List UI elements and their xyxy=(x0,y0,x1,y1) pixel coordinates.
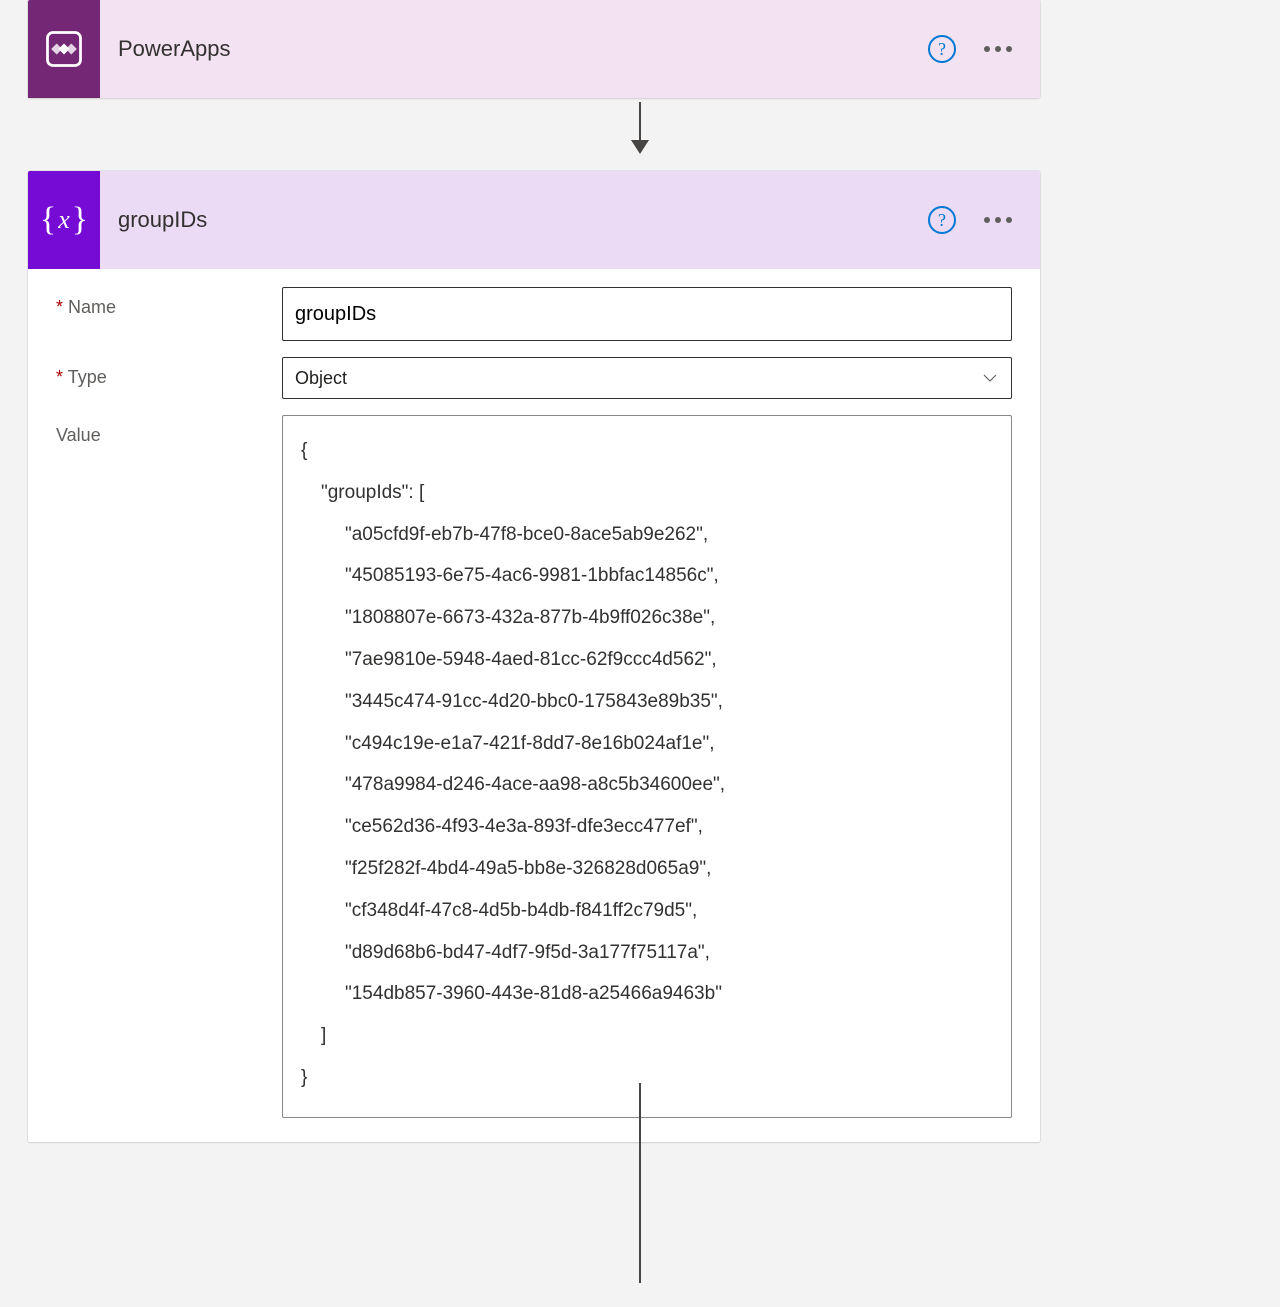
value-line: "d89d68b6-bd47-4df7-9f5d-3a177f75117a", xyxy=(301,932,993,974)
type-select[interactable]: Object xyxy=(282,357,1012,399)
value-line: "1808807e-6673-432a-877b-4b9ff026c38e", xyxy=(301,597,993,639)
type-label: * Type xyxy=(56,357,282,388)
more-menu-icon[interactable] xyxy=(984,217,1012,223)
action-body: * Name * Type Object Value xyxy=(28,269,1040,1142)
value-input[interactable]: {"groupIds": ["a05cfd9f-eb7b-47f8-bce0-8… xyxy=(282,415,1012,1118)
value-line: "45085193-6e75-4ac6-9981-1bbfac14856c", xyxy=(301,555,993,597)
chevron-down-icon xyxy=(981,369,999,387)
type-select-value: Object xyxy=(295,368,347,389)
value-line: } xyxy=(301,1057,993,1099)
value-line: ] xyxy=(301,1015,993,1057)
trigger-card: PowerApps ? xyxy=(28,0,1040,98)
name-label: * Name xyxy=(56,287,282,318)
value-line: "cf348d4f-47c8-4d5b-b4db-f841ff2c79d5", xyxy=(301,890,993,932)
value-line: { xyxy=(301,430,993,472)
value-line: "3445c474-91cc-4d20-bbc0-175843e89b35", xyxy=(301,681,993,723)
action-header[interactable]: {x} groupIDs ? xyxy=(28,171,1040,269)
help-icon[interactable]: ? xyxy=(928,35,956,63)
value-line: "154db857-3960-443e-81d8-a25466a9463b" xyxy=(301,973,993,1015)
name-input[interactable] xyxy=(282,287,1012,341)
value-line: "7ae9810e-5948-4aed-81cc-62f9ccc4d562", xyxy=(301,639,993,681)
value-line: "a05cfd9f-eb7b-47f8-bce0-8ace5ab9e262", xyxy=(301,514,993,556)
value-line: "c494c19e-e1a7-421f-8dd7-8e16b024af1e", xyxy=(301,723,993,765)
value-line: "478a9984-d246-4ace-aa98-a8c5b34600ee", xyxy=(301,764,993,806)
connector-stem xyxy=(639,1083,641,1283)
value-line: "f25f282f-4bd4-49a5-bb8e-326828d065a9", xyxy=(301,848,993,890)
more-menu-icon[interactable] xyxy=(984,46,1012,52)
action-card: {x} groupIDs ? * Name * Type Object xyxy=(28,171,1040,1142)
powerapps-icon xyxy=(28,0,100,98)
connector-arrow xyxy=(631,102,649,154)
action-title: groupIDs xyxy=(100,207,928,233)
value-line: "ce562d36-4f93-4e3a-893f-dfe3ecc477ef", xyxy=(301,806,993,848)
trigger-header[interactable]: PowerApps ? xyxy=(28,0,1040,98)
value-line: "groupIds": [ xyxy=(301,472,993,514)
help-icon[interactable]: ? xyxy=(928,206,956,234)
variable-icon: {x} xyxy=(28,171,100,269)
trigger-title: PowerApps xyxy=(100,36,928,62)
value-label: Value xyxy=(56,415,282,446)
